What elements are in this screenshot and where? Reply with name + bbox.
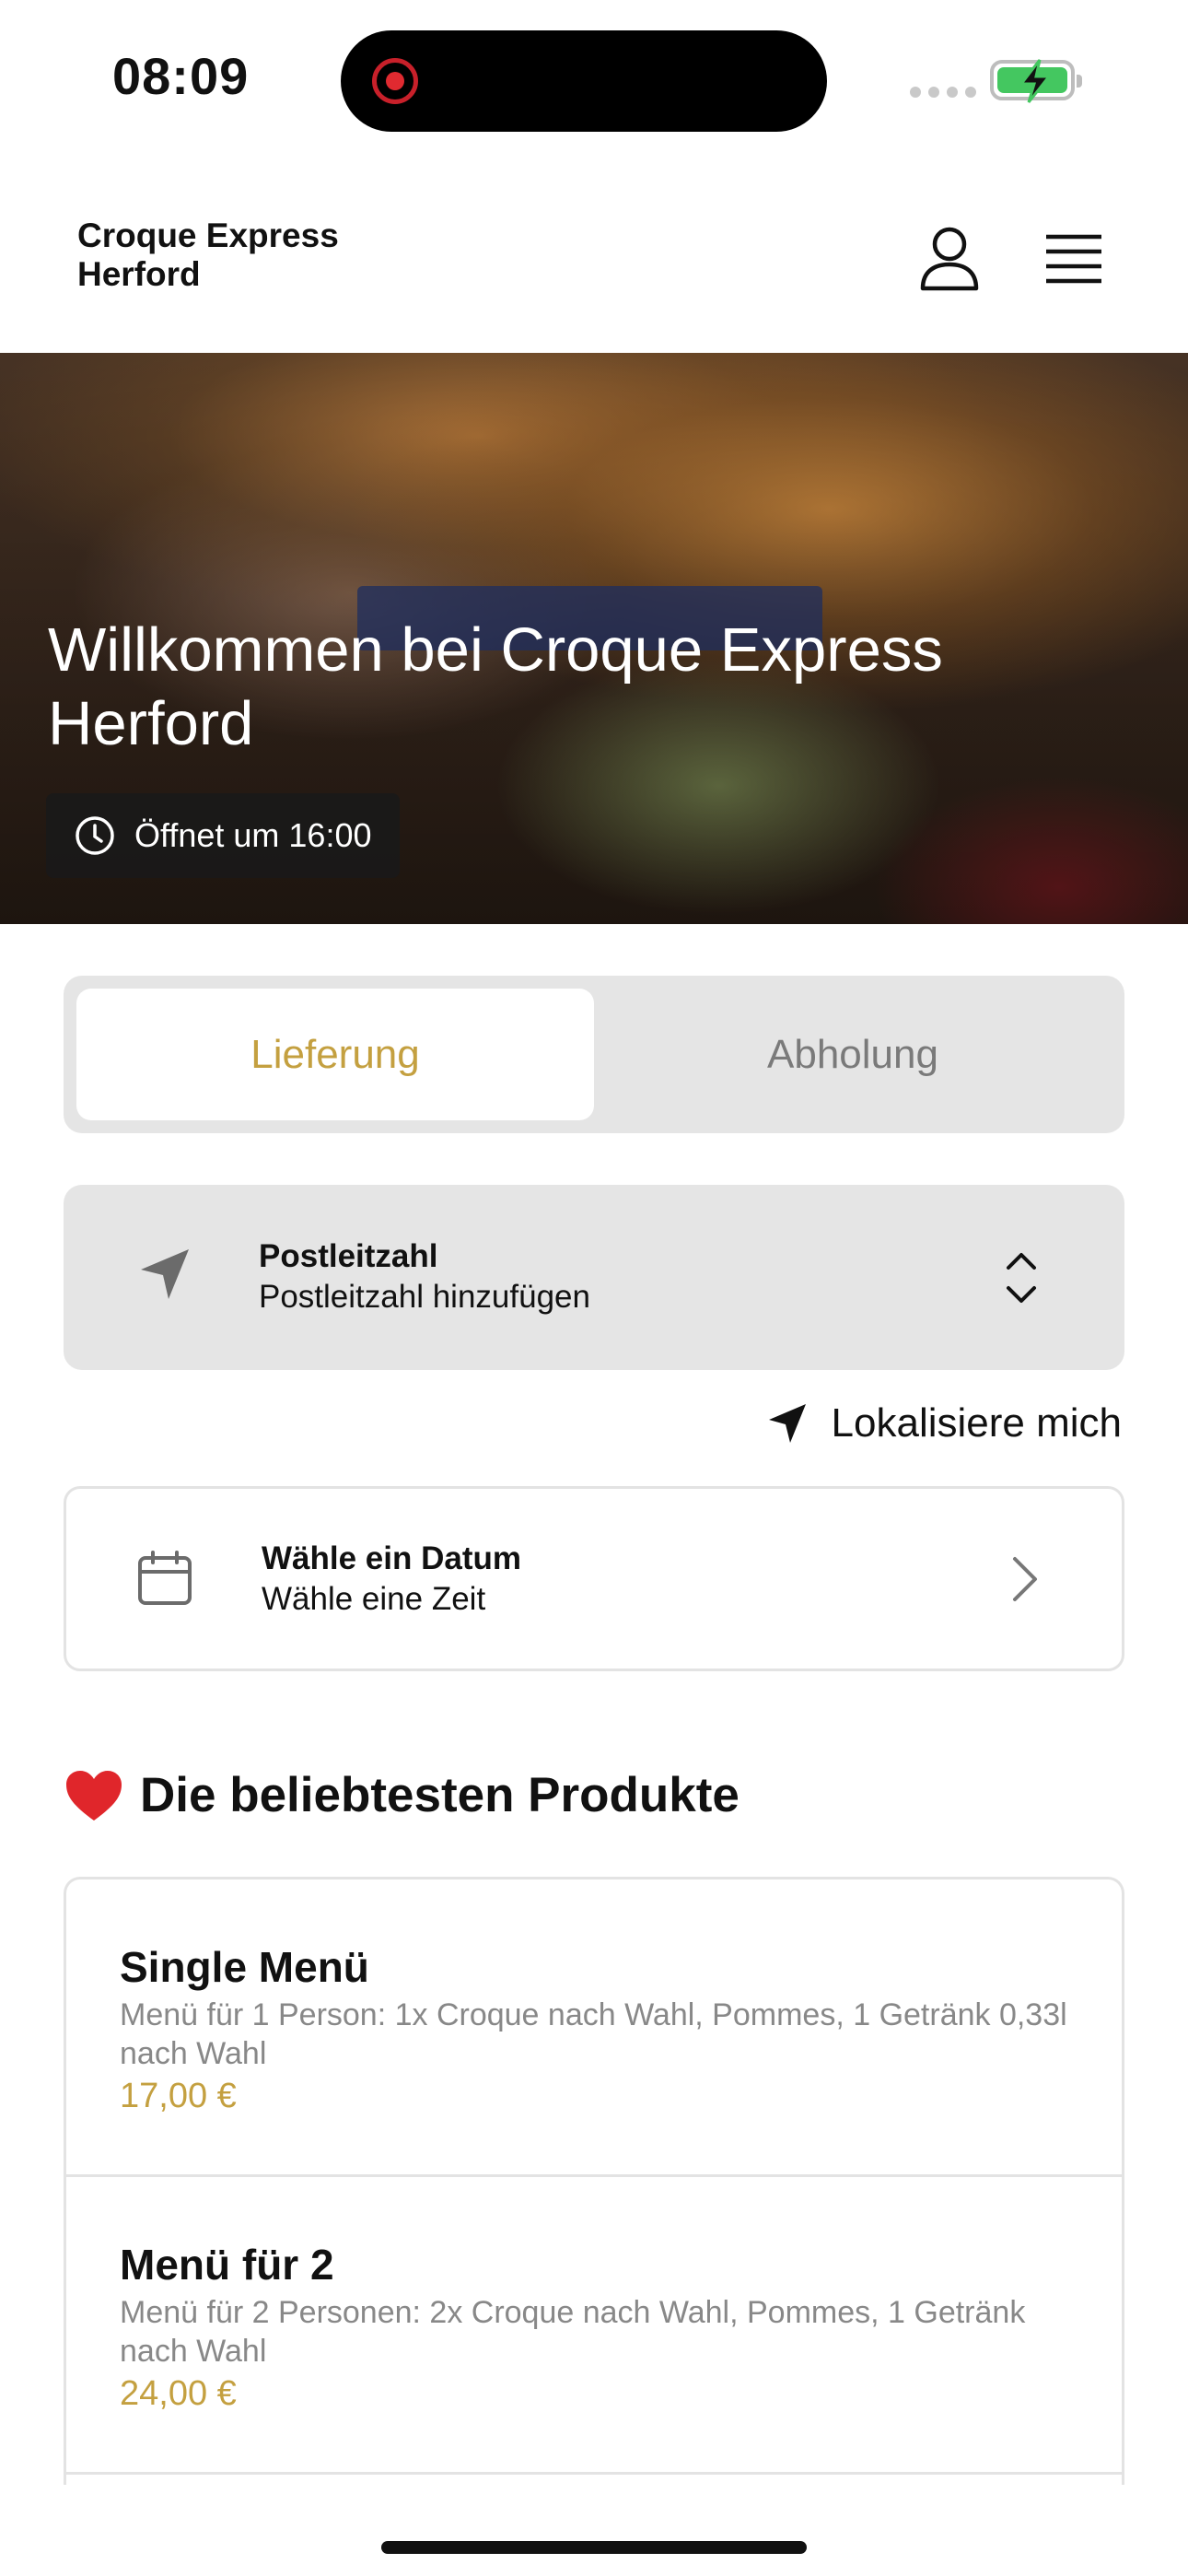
postcode-label: Postleitzahl bbox=[259, 1238, 438, 1274]
status-bar: 08:09 bbox=[0, 0, 1188, 161]
hero-banner: Willkommen bei Croque Express Herford Öf… bbox=[0, 353, 1188, 924]
product-price: 17,00 € bbox=[120, 2077, 237, 2115]
heart-icon bbox=[66, 1770, 122, 1821]
date-label: Wähle ein Datum bbox=[262, 1540, 521, 1576]
brand-name[interactable]: Croque Express Herford bbox=[77, 217, 381, 294]
locate-me-label: Lokalisiere mich bbox=[831, 1400, 1122, 1446]
location-arrow-icon bbox=[141, 1249, 189, 1299]
locate-me-button[interactable]: Lokalisiere mich bbox=[767, 1400, 1122, 1446]
product-description: Menü für 2 Personen: 2x Croque nach Wahl… bbox=[120, 2295, 1026, 2369]
opening-status-text: Öffnet um 16:00 bbox=[134, 816, 372, 854]
dynamic-island bbox=[341, 30, 827, 132]
hamburger-menu-icon[interactable] bbox=[1044, 233, 1103, 285]
product-name: Single Menü bbox=[120, 1943, 369, 1991]
user-icon[interactable] bbox=[919, 226, 980, 292]
tab-pickup[interactable]: Abholung bbox=[594, 989, 1112, 1120]
product-name: Menü für 2 bbox=[120, 2241, 334, 2289]
app-header: Croque Express Herford bbox=[0, 161, 1188, 353]
date-time-selector[interactable]: Wähle ein Datum Wähle eine Zeit bbox=[64, 1486, 1124, 1671]
cellular-signal-icon bbox=[910, 87, 976, 98]
tab-delivery[interactable]: Lieferung bbox=[76, 989, 594, 1120]
popular-products-list: Single Menü Menü für 1 Person: 1x Croque… bbox=[64, 1877, 1124, 2485]
location-arrow-icon bbox=[768, 1404, 806, 1443]
clock-icon bbox=[76, 816, 114, 855]
battery-charging-icon bbox=[990, 59, 1082, 103]
popular-products-heading: Die beliebtesten Produkte bbox=[64, 1767, 740, 1823]
product-price: 24,00 € bbox=[120, 2374, 237, 2413]
chevron-right-icon bbox=[1013, 1557, 1037, 1601]
status-time: 08:09 bbox=[112, 47, 250, 105]
order-mode-toggle: Lieferung Abholung bbox=[64, 976, 1124, 1133]
section-title-text: Die beliebtesten Produkte bbox=[140, 1768, 740, 1822]
postcode-value: Postleitzahl hinzufügen bbox=[259, 1279, 590, 1315]
product-card[interactable]: Single Menü Menü für 1 Person: 1x Croque… bbox=[66, 1879, 1122, 2177]
home-indicator[interactable] bbox=[381, 2541, 807, 2554]
product-card[interactable]: Menü für 2 Menü für 2 Personen: 2x Croqu… bbox=[66, 2177, 1122, 2475]
time-value: Wähle eine Zeit bbox=[262, 1581, 486, 1617]
opening-status-badge: Öffnet um 16:00 bbox=[46, 793, 400, 878]
recording-indicator-icon bbox=[372, 58, 418, 104]
calendar-icon bbox=[138, 1551, 192, 1605]
product-description: Menü für 1 Person: 1x Croque nach Wahl, … bbox=[120, 1997, 1067, 2071]
hero-title: Willkommen bei Croque Express Herford bbox=[48, 615, 943, 758]
chevron-up-down-icon bbox=[1007, 1253, 1036, 1303]
postcode-selector[interactable]: Postleitzahl Postleitzahl hinzufügen bbox=[64, 1185, 1124, 1370]
